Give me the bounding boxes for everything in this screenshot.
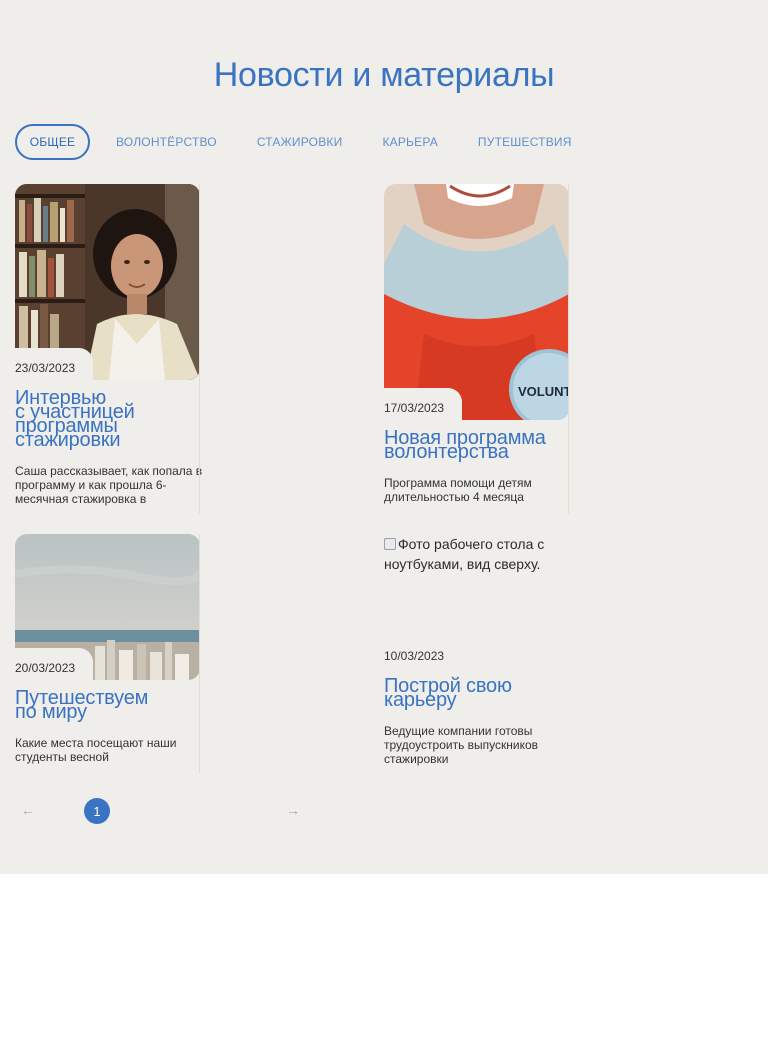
broken-image-icon [384,538,396,550]
section-title: Новости и материалы [213,56,555,94]
card-date: 10/03/2023 [384,649,445,663]
card-description: Какие места посещают наши студенты весно… [15,736,177,764]
card-date: 20/03/2023 [15,661,76,675]
card-title[interactable]: Путешествуем по миру [15,688,185,722]
card-title[interactable]: Построй свою карьеру [384,676,554,710]
card-description: Саша рассказывает, как попала в программ… [15,464,202,506]
pagination: ← 1 → [15,798,305,824]
card-image-broken: Фото рабочего стола с ноутбуками, вид св… [384,536,545,572]
badge-text: VOLUNT [518,384,569,399]
news-card-interview[interactable]: 23/03/2023 Интервью с участницей програм… [15,184,202,514]
category-tabs: ОБЩЕЕ ВОЛОНТЁРСТВО СТАЖИРОВКИ КАРЬЕРА ПУ… [15,124,572,160]
tab-travel[interactable]: ПУТЕШЕСТВИЯ [478,135,572,149]
arrow-right-icon[interactable]: → [286,802,300,818]
card-title[interactable]: Интервью с участницей программы стажиров… [15,388,185,450]
page-button-current[interactable]: 1 [84,798,110,824]
news-card-volunteering[interactable]: VOLUNT 17/03/2023 Новая программа волонт… [384,184,569,514]
card-description: Программа помощи детям длительностью 4 м… [384,476,532,504]
card-date: 17/03/2023 [384,401,445,415]
tab-general[interactable]: ОБЩЕЕ [15,124,90,160]
tab-volunteering[interactable]: ВОЛОНТЁРСТВО [116,135,217,149]
card-date: 23/03/2023 [15,361,76,375]
card-title[interactable]: Новая программа волонтерства [384,428,554,462]
tab-career[interactable]: КАРЬЕРА [382,135,437,149]
tab-internships[interactable]: СТАЖИРОВКИ [257,135,343,149]
card-image: VOLUNT [384,184,569,420]
news-card-travel[interactable]: 20/03/2023 Путешествуем по миру Какие ме… [15,534,200,774]
card-description: Ведущие компании готовы трудоустроить вы… [384,724,539,766]
arrow-left-icon[interactable]: ← [21,802,35,818]
news-card-career[interactable]: Фото рабочего стола с ноутбуками, вид св… [384,534,569,774]
news-section: Новости и материалы ОБЩЕЕ ВОЛОНТЁРСТВО С… [0,0,768,874]
